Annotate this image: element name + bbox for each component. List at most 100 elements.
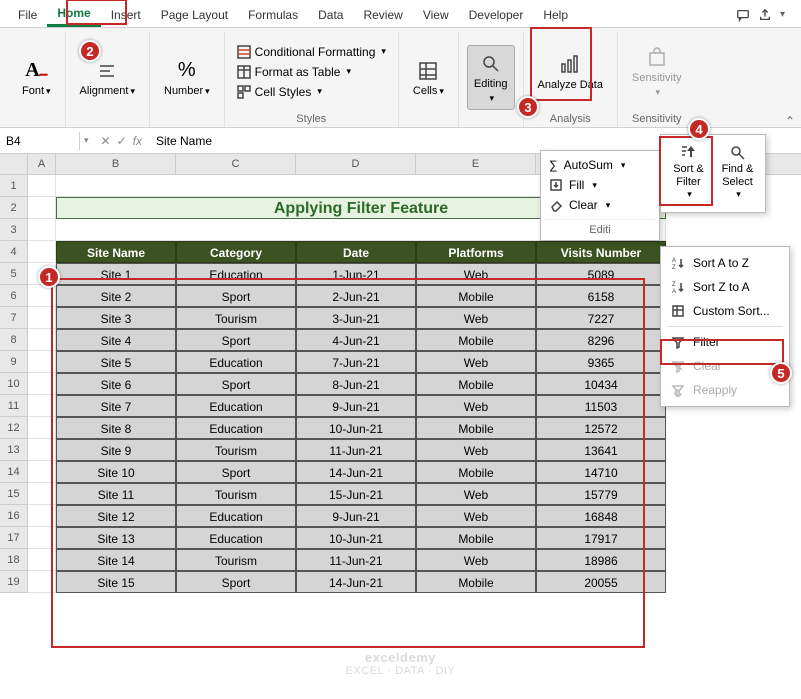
cell[interactable] (28, 527, 56, 549)
cell[interactable]: 12572 (536, 417, 666, 439)
cell[interactable]: Site 4 (56, 329, 176, 351)
select-all-corner[interactable] (0, 154, 28, 174)
cell[interactable]: Tourism (176, 439, 296, 461)
cell[interactable]: Site 3 (56, 307, 176, 329)
chevron-down-icon[interactable]: ▾ (780, 9, 785, 20)
tab-pagelayout[interactable]: Page Layout (151, 4, 238, 26)
row-header[interactable]: 3 (0, 219, 28, 241)
cell[interactable]: Education (176, 395, 296, 417)
cell[interactable]: Site 1 (56, 263, 176, 285)
autosum-button[interactable]: ∑AutoSum▾ (545, 155, 655, 175)
cell[interactable]: 14710 (536, 461, 666, 483)
fill-button[interactable]: Fill▾ (545, 175, 655, 195)
cell[interactable]: Education (176, 505, 296, 527)
cell[interactable]: 6158 (536, 285, 666, 307)
cell[interactable]: 5089 (536, 263, 666, 285)
chevron-down-icon[interactable]: ▾ (80, 135, 93, 146)
cell[interactable] (28, 241, 56, 263)
cell[interactable]: 18986 (536, 549, 666, 571)
sensitivity-button[interactable]: Sensitivity▾ (626, 40, 688, 102)
tab-developer[interactable]: Developer (459, 4, 534, 26)
cell[interactable]: Site 14 (56, 549, 176, 571)
cell[interactable]: 15-Jun-21 (296, 483, 416, 505)
row-header[interactable]: 8 (0, 329, 28, 351)
cell-styles-button[interactable]: Cell Styles▾ (233, 83, 390, 101)
cell[interactable]: 14-Jun-21 (296, 461, 416, 483)
cell[interactable]: Tourism (176, 483, 296, 505)
cell[interactable] (28, 439, 56, 461)
row-header[interactable]: 19 (0, 571, 28, 593)
col-D[interactable]: D (296, 154, 416, 174)
row-header[interactable]: 4 (0, 241, 28, 263)
custom-sort[interactable]: Custom Sort... (661, 299, 789, 323)
editing-button[interactable]: Editing▾ (467, 45, 515, 109)
tab-review[interactable]: Review (353, 4, 412, 26)
row-header[interactable]: 9 (0, 351, 28, 373)
cell[interactable]: Site 11 (56, 483, 176, 505)
cell[interactable]: 8296 (536, 329, 666, 351)
cell[interactable]: Web (416, 307, 536, 329)
cell[interactable] (28, 417, 56, 439)
cell[interactable]: 3-Jun-21 (296, 307, 416, 329)
cell[interactable] (28, 373, 56, 395)
cell[interactable]: 10-Jun-21 (296, 417, 416, 439)
row-header[interactable]: 12 (0, 417, 28, 439)
cells-button[interactable]: Cells▾ (407, 53, 450, 102)
cell[interactable]: Web (416, 549, 536, 571)
cell[interactable]: 11-Jun-21 (296, 549, 416, 571)
row-header[interactable]: 18 (0, 549, 28, 571)
cell[interactable] (28, 351, 56, 373)
cell[interactable]: 8-Jun-21 (296, 373, 416, 395)
sort-filter-button[interactable]: Sort & Filter▾ (665, 139, 712, 204)
cell[interactable]: Mobile (416, 373, 536, 395)
col-C[interactable]: C (176, 154, 296, 174)
cell[interactable]: Web (416, 263, 536, 285)
row-header[interactable]: 2 (0, 197, 28, 219)
cell[interactable]: 14-Jun-21 (296, 571, 416, 593)
col-A[interactable]: A (28, 154, 56, 174)
cell[interactable] (28, 505, 56, 527)
row-header[interactable]: 14 (0, 461, 28, 483)
cell[interactable] (28, 219, 56, 241)
cell[interactable]: Sport (176, 373, 296, 395)
enter-icon[interactable]: ✓ (117, 134, 127, 148)
cell[interactable]: Category (176, 241, 296, 263)
cell[interactable]: Web (416, 395, 536, 417)
cell[interactable]: Site Name (56, 241, 176, 263)
cell[interactable]: Site 9 (56, 439, 176, 461)
cell[interactable] (28, 483, 56, 505)
cell[interactable]: 15779 (536, 483, 666, 505)
cell[interactable] (28, 549, 56, 571)
cell[interactable]: Site 6 (56, 373, 176, 395)
cell[interactable]: Visits Number (536, 241, 666, 263)
cell[interactable]: Sport (176, 329, 296, 351)
col-E[interactable]: E (416, 154, 536, 174)
analyze-data-button[interactable]: Analyze Data (532, 47, 609, 96)
row-header[interactable]: 17 (0, 527, 28, 549)
row-header[interactable]: 16 (0, 505, 28, 527)
tab-formulas[interactable]: Formulas (238, 4, 308, 26)
cell[interactable] (28, 307, 56, 329)
sort-z-to-a[interactable]: ZASort Z to A (661, 275, 789, 299)
cell[interactable]: Sport (176, 461, 296, 483)
share-icon[interactable] (758, 8, 772, 22)
cell[interactable]: 20055 (536, 571, 666, 593)
cell[interactable]: Platforms (416, 241, 536, 263)
cell[interactable]: 16848 (536, 505, 666, 527)
cell[interactable]: Site 12 (56, 505, 176, 527)
tab-view[interactable]: View (413, 4, 459, 26)
cell[interactable]: Tourism (176, 307, 296, 329)
cell[interactable]: 10-Jun-21 (296, 527, 416, 549)
cancel-icon[interactable]: ✕ (101, 134, 111, 148)
cell[interactable]: Education (176, 263, 296, 285)
fx-icon[interactable]: fx (133, 134, 142, 148)
row-header[interactable]: 15 (0, 483, 28, 505)
cell[interactable]: 9-Jun-21 (296, 395, 416, 417)
filter-menu-item[interactable]: Filter (661, 330, 789, 354)
tab-home[interactable]: Home (47, 2, 100, 27)
cell[interactable]: 2-Jun-21 (296, 285, 416, 307)
cell[interactable]: 10434 (536, 373, 666, 395)
cell[interactable]: 9365 (536, 351, 666, 373)
conditional-formatting-button[interactable]: Conditional Formatting▾ (233, 43, 390, 61)
cell[interactable]: Web (416, 351, 536, 373)
